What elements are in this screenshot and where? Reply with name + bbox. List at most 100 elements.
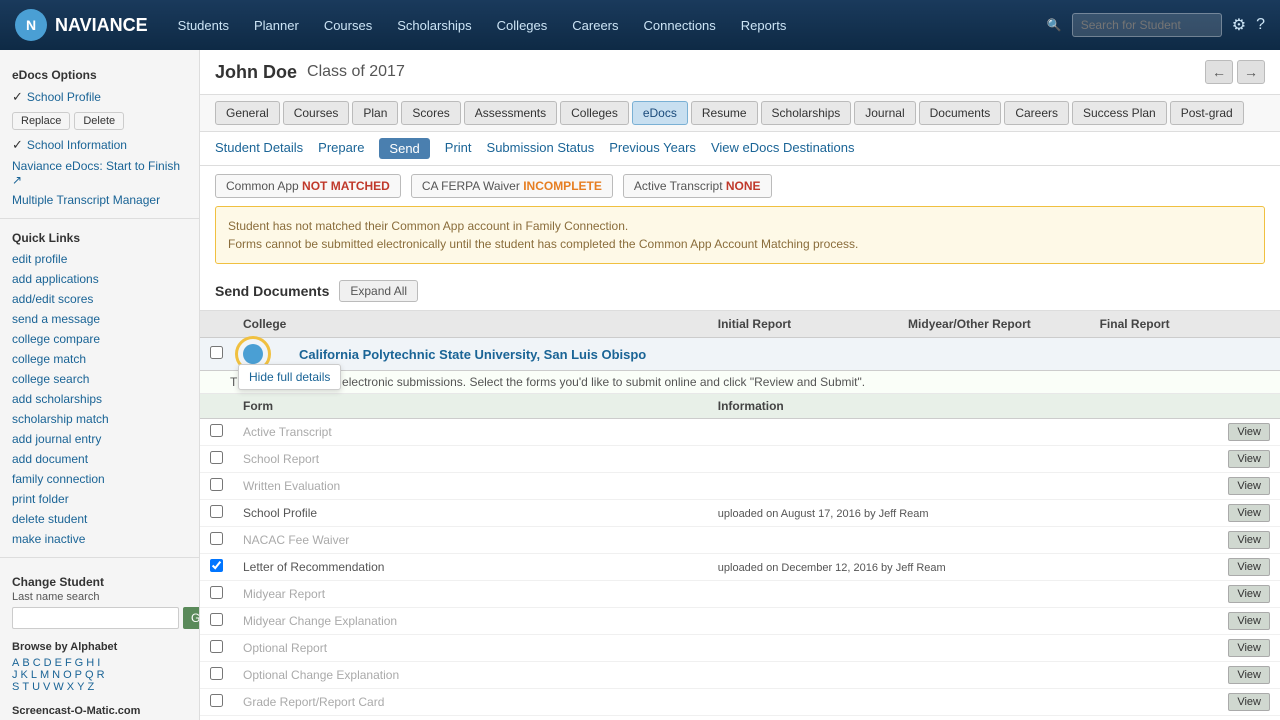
- sidebar-link-add-document[interactable]: add document: [0, 449, 199, 469]
- sidebar-link-college-match[interactable]: college match: [0, 349, 199, 369]
- form-checkbox-4[interactable]: [210, 532, 223, 545]
- alpha-T[interactable]: T: [22, 681, 29, 693]
- view-button-0[interactable]: View: [1228, 423, 1270, 441]
- alpha-Y[interactable]: Y: [77, 681, 84, 693]
- tab-colleges[interactable]: Colleges: [560, 101, 629, 125]
- alpha-U[interactable]: U: [32, 681, 40, 693]
- sidebar-school-profile[interactable]: School Profile: [27, 90, 101, 104]
- view-button-3[interactable]: View: [1228, 504, 1270, 522]
- alpha-W[interactable]: W: [53, 681, 63, 693]
- view-button-10[interactable]: View: [1228, 693, 1270, 711]
- college-checkbox[interactable]: [210, 346, 223, 359]
- alpha-S[interactable]: S: [12, 681, 19, 693]
- tab-success-plan[interactable]: Success Plan: [1072, 101, 1167, 125]
- alpha-V[interactable]: V: [43, 681, 50, 693]
- view-button-7[interactable]: View: [1228, 612, 1270, 630]
- tab-documents[interactable]: Documents: [919, 101, 1002, 125]
- alpha-I[interactable]: I: [97, 657, 100, 669]
- alpha-Z[interactable]: Z: [87, 681, 94, 693]
- tab-edocs[interactable]: eDocs: [632, 101, 688, 125]
- tab-resume[interactable]: Resume: [691, 101, 758, 125]
- alpha-Q[interactable]: Q: [85, 669, 94, 681]
- tab-scores[interactable]: Scores: [401, 101, 460, 125]
- subtab-view-edocs-destinations[interactable]: View eDocs Destinations: [711, 138, 855, 159]
- sidebar-link-scholarship-match[interactable]: scholarship match: [0, 409, 199, 429]
- student-search-input[interactable]: [1072, 13, 1222, 37]
- form-checkbox-8[interactable]: [210, 640, 223, 653]
- tab-careers[interactable]: Careers: [1004, 101, 1069, 125]
- form-checkbox-1[interactable]: [210, 451, 223, 464]
- tab-assessments[interactable]: Assessments: [464, 101, 557, 125]
- sidebar-link-make-inactive[interactable]: make inactive: [0, 529, 199, 549]
- view-button-6[interactable]: View: [1228, 585, 1270, 603]
- form-checkbox-2[interactable]: [210, 478, 223, 491]
- sidebar-link-add-applications[interactable]: add applications: [0, 269, 199, 289]
- settings-icon[interactable]: ⚙: [1232, 15, 1246, 35]
- nav-item-scholarships[interactable]: Scholarships: [387, 13, 481, 38]
- subtab-student-details[interactable]: Student Details: [215, 138, 303, 159]
- tab-scholarships[interactable]: Scholarships: [761, 101, 852, 125]
- form-checkbox-0[interactable]: [210, 424, 223, 437]
- subtab-prepare[interactable]: Prepare: [318, 138, 364, 159]
- sidebar-link-edit-profile[interactable]: edit profile: [0, 249, 199, 269]
- alpha-D[interactable]: D: [44, 657, 52, 669]
- alpha-H[interactable]: H: [86, 657, 94, 669]
- alpha-G[interactable]: G: [75, 657, 84, 669]
- tab-journal[interactable]: Journal: [854, 101, 915, 125]
- help-icon[interactable]: ?: [1256, 16, 1265, 34]
- subtab-submission-status[interactable]: Submission Status: [487, 138, 595, 159]
- sidebar-link-family-connection[interactable]: family connection: [0, 469, 199, 489]
- delete-button[interactable]: Delete: [74, 112, 124, 130]
- sidebar-link-college-search[interactable]: college search: [0, 369, 199, 389]
- expand-all-button[interactable]: Expand All: [339, 280, 418, 302]
- form-checkbox-7[interactable]: [210, 613, 223, 626]
- view-button-1[interactable]: View: [1228, 450, 1270, 468]
- sidebar-naviance-edocs[interactable]: Naviance eDocs: Start to Finish ↗: [0, 156, 199, 190]
- sidebar-link-add/edit-scores[interactable]: add/edit scores: [0, 289, 199, 309]
- alpha-B[interactable]: B: [22, 657, 29, 669]
- alpha-K[interactable]: K: [21, 669, 28, 681]
- sidebar-link-add-journal-entry[interactable]: add journal entry: [0, 429, 199, 449]
- nav-item-careers[interactable]: Careers: [562, 13, 628, 38]
- form-checkbox-9[interactable]: [210, 667, 223, 680]
- alpha-E[interactable]: E: [55, 657, 62, 669]
- form-checkbox-6[interactable]: [210, 586, 223, 599]
- subtab-previous-years[interactable]: Previous Years: [609, 138, 696, 159]
- nav-item-reports[interactable]: Reports: [731, 13, 797, 38]
- tab-courses[interactable]: Courses: [283, 101, 350, 125]
- subtab-send[interactable]: Send: [379, 138, 429, 159]
- last-name-input[interactable]: [12, 607, 179, 629]
- tab-general[interactable]: General: [215, 101, 280, 125]
- nav-item-connections[interactable]: Connections: [634, 13, 726, 38]
- alpha-A[interactable]: A: [12, 657, 19, 669]
- form-checkbox-10[interactable]: [210, 694, 223, 707]
- tab-post-grad[interactable]: Post-grad: [1170, 101, 1244, 125]
- alpha-L[interactable]: L: [31, 669, 37, 681]
- alpha-C[interactable]: C: [33, 657, 41, 669]
- sidebar-school-info[interactable]: School Information: [27, 138, 127, 152]
- hide-details-popup[interactable]: Hide full details: [238, 364, 341, 390]
- sidebar-transcript-manager[interactable]: Multiple Transcript Manager: [0, 190, 199, 210]
- alpha-F[interactable]: F: [65, 657, 72, 669]
- alpha-R[interactable]: R: [97, 669, 105, 681]
- view-button-4[interactable]: View: [1228, 531, 1270, 549]
- form-checkbox-5[interactable]: [210, 559, 223, 572]
- subtab-print[interactable]: Print: [445, 138, 472, 159]
- alpha-N[interactable]: N: [52, 669, 60, 681]
- sidebar-link-send-a-message[interactable]: send a message: [0, 309, 199, 329]
- tab-plan[interactable]: Plan: [352, 101, 398, 125]
- view-button-9[interactable]: View: [1228, 666, 1270, 684]
- nav-item-courses[interactable]: Courses: [314, 13, 382, 38]
- view-button-5[interactable]: View: [1228, 558, 1270, 576]
- alpha-X[interactable]: X: [67, 681, 74, 693]
- nav-item-students[interactable]: Students: [168, 13, 239, 38]
- sidebar-link-delete-student[interactable]: delete student: [0, 509, 199, 529]
- next-student-button[interactable]: →: [1237, 60, 1265, 84]
- alpha-P[interactable]: P: [75, 669, 82, 681]
- form-checkbox-3[interactable]: [210, 505, 223, 518]
- nav-item-colleges[interactable]: Colleges: [487, 13, 558, 38]
- alpha-M[interactable]: M: [40, 669, 49, 681]
- go-button[interactable]: Go: [183, 607, 200, 629]
- sidebar-link-add-scholarships[interactable]: add scholarships: [0, 389, 199, 409]
- sidebar-link-print-folder[interactable]: print folder: [0, 489, 199, 509]
